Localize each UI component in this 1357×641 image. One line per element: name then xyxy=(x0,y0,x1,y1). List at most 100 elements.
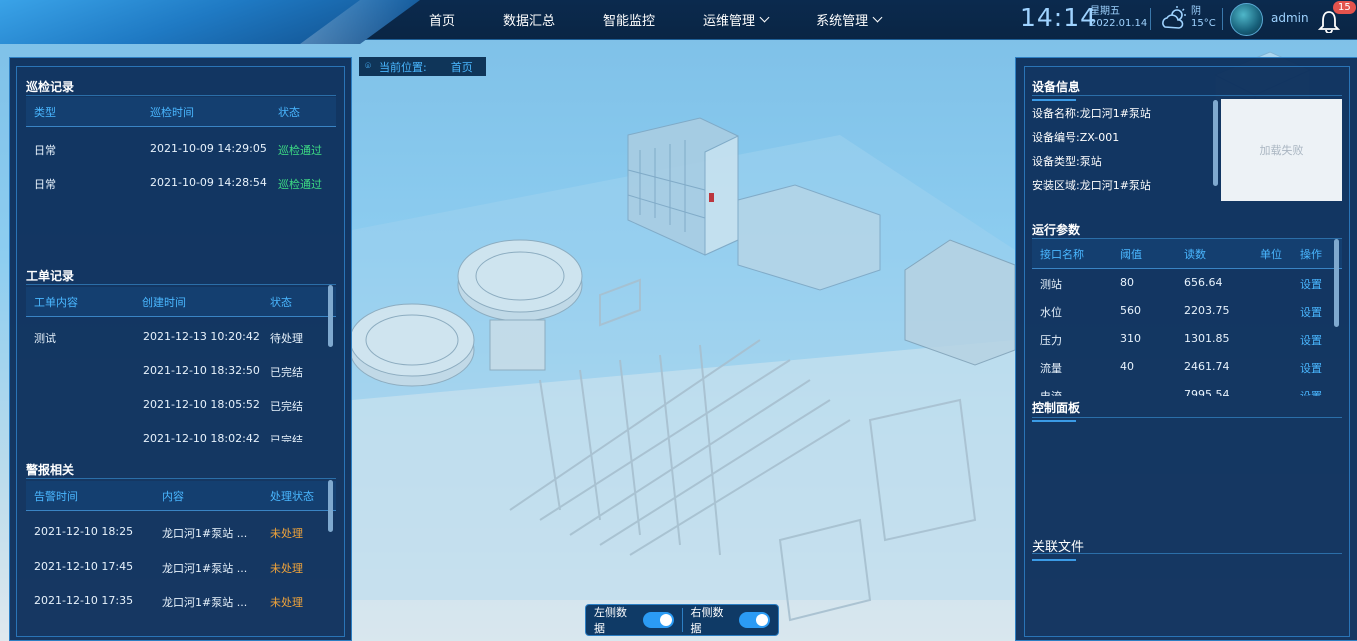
set-button[interactable]: 设置 xyxy=(1300,388,1322,396)
workorders-scrollbar[interactable] xyxy=(328,285,333,347)
weather-temp: 15°C xyxy=(1191,18,1216,29)
left-panel: 巡检记录 类型 巡检时间 状态 日常 2021-10-09 14:29:05 巡… xyxy=(9,57,352,641)
table-row[interactable]: 2021-12-10 18:02:42 已完结 xyxy=(26,422,336,442)
right-data-label: 右侧数据 xyxy=(690,606,724,635)
col-content: 工单内容 xyxy=(34,295,78,309)
cell-reading: 2203.75 xyxy=(1184,304,1230,317)
divider xyxy=(1222,8,1223,30)
cell-reading: 7995.54 xyxy=(1184,388,1230,396)
table-row[interactable]: 测试 2021-12-13 10:20:42 待处理 xyxy=(26,320,336,354)
set-button[interactable]: 设置 xyxy=(1300,332,1322,348)
col-unit: 单位 xyxy=(1260,247,1282,261)
right-building xyxy=(904,239,1016,366)
cell-threshold: 40 xyxy=(1120,360,1134,373)
table-row[interactable]: 流量 40 2461.74 设置 xyxy=(1032,354,1342,382)
table-row[interactable]: 电流 7995.54 设置 xyxy=(1032,382,1342,396)
col-alarm-content: 内容 xyxy=(162,489,184,503)
left-data-switch[interactable] xyxy=(642,612,674,628)
table-row[interactable]: 2021-12-10 18:05:52 已完结 xyxy=(26,388,336,422)
table-row[interactable]: 压力 310 1301.85 设置 xyxy=(1032,326,1342,354)
weather-info: 阴 15°C xyxy=(1191,6,1216,30)
device-info-scrollbar[interactable] xyxy=(1213,100,1218,186)
cell-status: 巡检通过 xyxy=(278,178,322,191)
brand-banner xyxy=(0,0,420,44)
cell-status: 未处理 xyxy=(270,596,303,609)
col-interface-name: 接口名称 xyxy=(1040,247,1084,261)
device-area-row: 安装区域:龙口河1#泵站 xyxy=(1032,177,1151,193)
nav-home[interactable]: 首页 xyxy=(413,10,471,29)
set-button[interactable]: 设置 xyxy=(1300,360,1322,376)
nav-data-summary-label: 数据汇总 xyxy=(503,13,556,29)
left-data-label: 左侧数据 xyxy=(594,606,627,635)
breadcrumb-current[interactable]: 首页 xyxy=(451,59,473,75)
table-row[interactable]: 2021-12-10 18:32:50 已完结 xyxy=(26,354,336,388)
table-row[interactable]: 水位 560 2203.75 设置 xyxy=(1032,298,1342,326)
control-panel-title: 控制面板 xyxy=(1032,399,1080,422)
set-button[interactable]: 设置 xyxy=(1300,276,1322,292)
right-panel: 设备信息 设备名称:龙口河1#泵站 设备编号:ZX-001 设备类型:泵站 安装… xyxy=(1015,57,1357,641)
divider xyxy=(1150,8,1151,30)
nav-system-management[interactable]: 系统管理 xyxy=(800,10,897,29)
username[interactable]: admin xyxy=(1271,11,1309,25)
section-divider xyxy=(26,95,336,96)
col-threshold: 阈值 xyxy=(1120,247,1142,261)
weekday: 星期五 xyxy=(1090,6,1120,17)
params-list[interactable]: 测站 80 656.64 设置 水位 560 2203.75 设置 压力 310… xyxy=(1032,270,1342,396)
cell-content: 测试 xyxy=(34,332,56,345)
cell-type: 日常 xyxy=(34,144,56,157)
table-row[interactable]: 2021-12-10 17:45 龙口河1#泵站 ... 未处理 xyxy=(26,549,336,583)
table-row[interactable]: 2021-12-10 18:25 龙口河1#泵站 ... 未处理 xyxy=(26,514,336,548)
cell-time: 2021-12-10 17:35 xyxy=(34,594,134,607)
table-row[interactable]: 2021-12-10 17:35 龙口河1#泵站 ... 未处理 xyxy=(26,583,336,617)
nav-ops-management-label: 运维管理 xyxy=(703,13,756,29)
workorders-list[interactable]: 测试 2021-12-13 10:20:42 待处理 2021-12-10 18… xyxy=(26,320,336,442)
nav-data-summary[interactable]: 数据汇总 xyxy=(487,10,571,29)
nav-smart-monitor-label: 智能监控 xyxy=(603,13,656,29)
chevron-down-icon xyxy=(872,12,883,22)
left-data-toggle[interactable]: 左侧数据 xyxy=(586,604,682,636)
right-data-switch[interactable] xyxy=(739,612,770,628)
alarms-scrollbar[interactable] xyxy=(328,480,333,532)
cell-reading: 656.64 xyxy=(1184,276,1223,289)
device-image-placeholder: 加载失败 xyxy=(1221,99,1342,201)
right-data-toggle[interactable]: 右侧数据 xyxy=(682,604,778,636)
round-tank-large xyxy=(349,303,475,387)
table-row[interactable]: 日常 2021-10-09 14:29:05 巡检通过 xyxy=(26,132,367,166)
cell-status: 待处理 xyxy=(270,332,303,345)
device-type-row: 设备类型:泵站 xyxy=(1032,153,1102,169)
cell-time: 2021-12-10 18:02:42 xyxy=(143,432,260,442)
nav-ops-management[interactable]: 运维管理 xyxy=(687,10,784,29)
cell-status: 未处理 xyxy=(270,527,303,540)
cell-status: 已完结 xyxy=(270,400,303,413)
weather-condition: 阴 xyxy=(1191,6,1201,17)
device-name-label: 设备名称: xyxy=(1032,107,1080,120)
cell-time: 2021-10-09 14:29:05 xyxy=(150,142,267,155)
cell-time: 2021-10-09 14:28:54 xyxy=(150,176,267,189)
col-type: 类型 xyxy=(34,105,56,119)
params-table-header: 接口名称 阈值 读数 单位 操作 xyxy=(1032,239,1342,269)
date-display: 星期五 2022.01.14 xyxy=(1090,6,1147,30)
cell-reading: 1301.85 xyxy=(1184,332,1230,345)
alarms-list[interactable]: 2021-12-10 18:25 龙口河1#泵站 ... 未处理 2021-12… xyxy=(26,514,336,632)
col-status: 状态 xyxy=(278,105,300,119)
col-action: 操作 xyxy=(1300,247,1322,261)
alarms-table-header: 告警时间 内容 处理状态 xyxy=(26,481,336,511)
related-files-title: 关联文件 xyxy=(1032,536,1084,561)
device-area-label: 安装区域: xyxy=(1032,179,1080,192)
nav-smart-monitor[interactable]: 智能监控 xyxy=(587,10,671,29)
section-divider xyxy=(1032,95,1342,96)
cell-threshold: 80 xyxy=(1120,276,1134,289)
section-divider xyxy=(26,478,336,479)
table-row[interactable]: 测站 80 656.64 设置 xyxy=(1032,270,1342,298)
workorders-table-header: 工单内容 创建时间 状态 xyxy=(26,287,336,317)
avatar[interactable] xyxy=(1230,3,1263,36)
col-handle-status: 处理状态 xyxy=(270,489,314,503)
cell-time: 2021-12-10 18:32:50 xyxy=(143,364,260,377)
main-nav: 首页 数据汇总 智能监控 运维管理 系统管理 xyxy=(405,0,905,38)
params-scrollbar[interactable] xyxy=(1334,239,1339,327)
table-row[interactable]: 日常 2021-10-09 14:28:54 巡检通过 xyxy=(26,166,367,200)
cell-status: 巡检通过 xyxy=(278,144,322,157)
cell-content: 龙口河1#泵站 ... xyxy=(162,596,248,609)
set-button[interactable]: 设置 xyxy=(1300,304,1322,320)
clock-time: 14:14 xyxy=(1020,3,1098,32)
